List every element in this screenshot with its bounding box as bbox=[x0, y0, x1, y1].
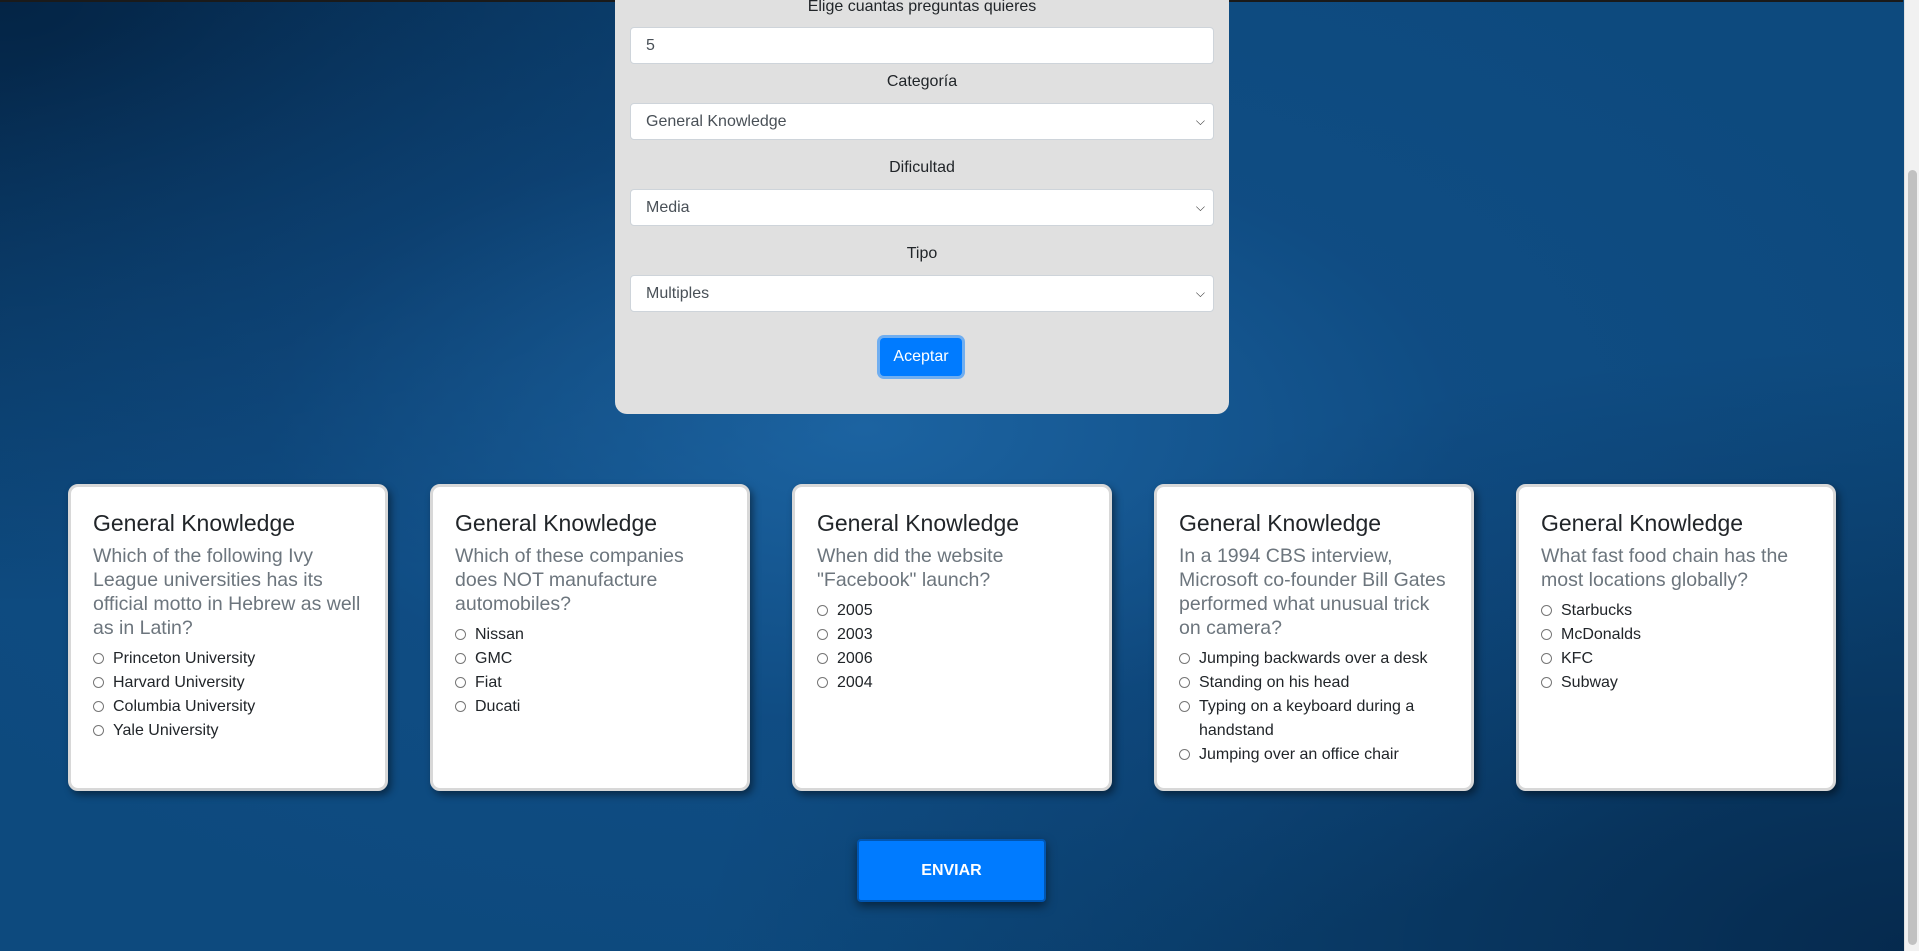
answer-label: 2006 bbox=[837, 650, 873, 667]
difficulty-select-value: Media bbox=[646, 199, 690, 216]
answer-label: Jumping backwards over a desk bbox=[1199, 650, 1428, 667]
radio-button[interactable] bbox=[93, 653, 104, 664]
answer-label: KFC bbox=[1561, 650, 1593, 667]
answer-label: Princeton University bbox=[113, 650, 256, 667]
answer-option[interactable]: Yale University bbox=[93, 719, 365, 743]
radio-button[interactable] bbox=[817, 653, 828, 664]
radio-button[interactable] bbox=[1541, 653, 1552, 664]
card-question: Which of the following Ivy League univer… bbox=[93, 545, 361, 639]
answer-label: Standing on his head bbox=[1199, 674, 1350, 691]
answer-option[interactable]: Standing on his head bbox=[1179, 671, 1451, 695]
answer-option[interactable]: Subway bbox=[1541, 671, 1813, 695]
quiz-settings-panel: Elige cuantas preguntas quieres 5 Catego… bbox=[615, 0, 1229, 414]
answer-label: Nissan bbox=[475, 626, 524, 643]
send-button[interactable]: ENVIAR bbox=[857, 839, 1046, 902]
radio-button[interactable] bbox=[1541, 629, 1552, 640]
answer-option[interactable]: Starbucks bbox=[1541, 599, 1813, 623]
card-question: Which of these companies does NOT manufa… bbox=[455, 545, 684, 615]
type-label: Tipo bbox=[906, 245, 938, 262]
chevron-down-icon: ⌵ bbox=[1195, 286, 1205, 300]
question-count-label: Elige cuantas preguntas quieres bbox=[807, 0, 1037, 15]
card-category: General Knowledge bbox=[817, 510, 1020, 536]
radio-button[interactable] bbox=[455, 701, 466, 712]
question-card: General Knowledge In a 1994 CBS intervie… bbox=[1154, 484, 1474, 791]
card-category: General Knowledge bbox=[1541, 510, 1744, 536]
question-card: General Knowledge When did the website "… bbox=[792, 484, 1112, 791]
radio-button[interactable] bbox=[817, 629, 828, 640]
radio-button[interactable] bbox=[1179, 701, 1190, 712]
radio-button[interactable] bbox=[1541, 677, 1552, 688]
answer-label: Yale University bbox=[113, 722, 219, 739]
answer-option[interactable]: Nissan bbox=[455, 623, 727, 647]
answer-label: Jumping over an office chair bbox=[1199, 746, 1399, 763]
answer-option[interactable]: Columbia University bbox=[93, 695, 365, 719]
answer-label: Subway bbox=[1561, 674, 1618, 691]
question-card: General Knowledge Which of these compani… bbox=[430, 484, 750, 791]
answer-label: 2005 bbox=[837, 602, 873, 619]
radio-button[interactable] bbox=[93, 725, 104, 736]
answer-option[interactable]: 2003 bbox=[817, 623, 1089, 647]
card-category: General Knowledge bbox=[1179, 510, 1382, 536]
answer-label: Fiat bbox=[475, 674, 502, 691]
page-scrollbar[interactable] bbox=[1904, 0, 1919, 951]
answer-option[interactable]: Jumping over an office chair bbox=[1179, 743, 1451, 767]
answer-option[interactable]: 2006 bbox=[817, 647, 1089, 671]
chevron-down-icon: ⌵ bbox=[1195, 114, 1205, 128]
radio-button[interactable] bbox=[455, 653, 466, 664]
difficulty-select[interactable]: Media ⌵ bbox=[630, 189, 1214, 226]
radio-button[interactable] bbox=[1179, 677, 1190, 688]
radio-button[interactable] bbox=[1179, 653, 1190, 664]
question-count-input[interactable]: 5 bbox=[630, 27, 1214, 64]
type-select-value: Multiples bbox=[646, 285, 710, 302]
scrollbar-thumb[interactable] bbox=[1908, 170, 1917, 945]
answer-label: Typing on a keyboard during a handstand bbox=[1199, 698, 1415, 739]
type-select[interactable]: Multiples ⌵ bbox=[630, 275, 1214, 312]
category-select-value: General Knowledge bbox=[646, 113, 787, 130]
answer-option[interactable]: Princeton University bbox=[93, 647, 365, 671]
radio-button[interactable] bbox=[93, 701, 104, 712]
card-question: What fast food chain has the most locati… bbox=[1541, 545, 1789, 591]
answer-option[interactable]: McDonalds bbox=[1541, 623, 1813, 647]
answer-label: GMC bbox=[475, 650, 513, 667]
accept-button[interactable]: Aceptar bbox=[880, 338, 962, 376]
answer-label: Starbucks bbox=[1561, 602, 1633, 619]
answer-option[interactable]: 2005 bbox=[817, 599, 1089, 623]
card-question: When did the website "Facebook" launch? bbox=[817, 545, 1004, 591]
answer-option[interactable]: KFC bbox=[1541, 647, 1813, 671]
answer-option[interactable]: Typing on a keyboard during a handstand bbox=[1179, 695, 1451, 743]
radio-button[interactable] bbox=[1179, 749, 1190, 760]
radio-button[interactable] bbox=[817, 605, 828, 616]
answer-label: McDonalds bbox=[1561, 626, 1642, 643]
answer-label: Columbia University bbox=[113, 698, 256, 715]
answer-label: 2004 bbox=[837, 674, 873, 691]
radio-button[interactable] bbox=[455, 629, 466, 640]
category-select[interactable]: General Knowledge ⌵ bbox=[630, 103, 1214, 140]
answer-label: Harvard University bbox=[113, 674, 245, 691]
answer-option[interactable]: 2004 bbox=[817, 671, 1089, 695]
answer-label: 2003 bbox=[837, 626, 873, 643]
answer-option[interactable]: Fiat bbox=[455, 671, 727, 695]
category-label: Categoría bbox=[886, 73, 958, 90]
answer-option[interactable]: GMC bbox=[455, 647, 727, 671]
card-question: In a 1994 CBS interview, Microsoft co-fo… bbox=[1179, 545, 1446, 639]
answer-option[interactable]: Jumping backwards over a desk bbox=[1179, 647, 1451, 671]
answer-option[interactable]: Harvard University bbox=[93, 671, 365, 695]
card-category: General Knowledge bbox=[93, 510, 296, 536]
answer-option[interactable]: Ducati bbox=[455, 695, 727, 719]
question-card: General Knowledge What fast food chain h… bbox=[1516, 484, 1836, 791]
question-card: General Knowledge Which of the following… bbox=[68, 484, 388, 791]
answer-label: Ducati bbox=[475, 698, 521, 715]
chevron-down-icon: ⌵ bbox=[1195, 200, 1205, 214]
radio-button[interactable] bbox=[817, 677, 828, 688]
difficulty-label: Dificultad bbox=[889, 159, 955, 176]
radio-button[interactable] bbox=[455, 677, 466, 688]
card-category: General Knowledge bbox=[455, 510, 658, 536]
radio-button[interactable] bbox=[1541, 605, 1552, 616]
radio-button[interactable] bbox=[93, 677, 104, 688]
